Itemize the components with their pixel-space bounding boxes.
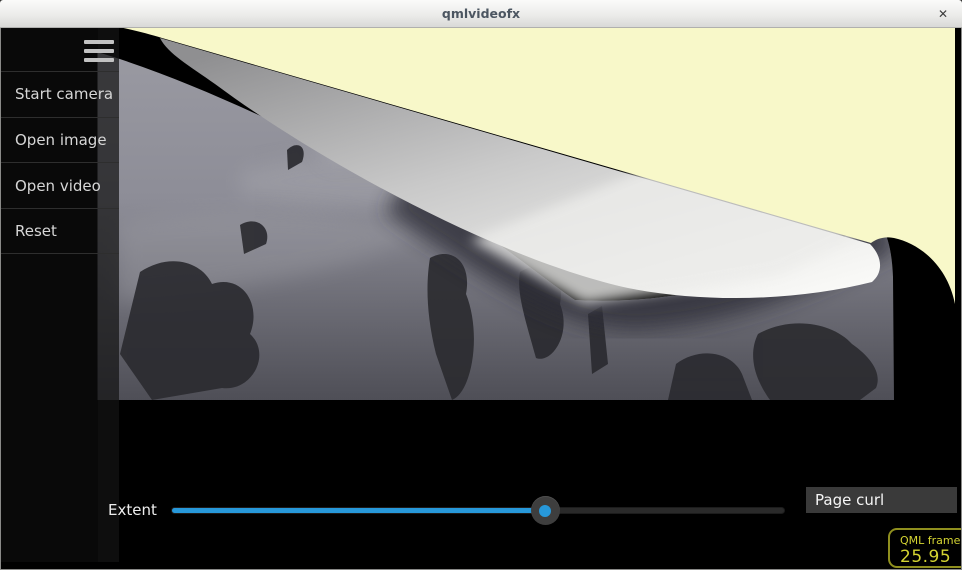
sidebar-item-open-video[interactable]: Open video: [1, 162, 119, 208]
title-bar: qmlvideofx ✕: [0, 0, 962, 28]
fps-value: 25.95: [900, 547, 961, 567]
window-title: qmlvideofx: [442, 6, 520, 21]
sidebar-item-label: Open video: [15, 177, 101, 195]
slider-handle-dot: [539, 505, 551, 517]
effect-selector-button[interactable]: Page curl: [806, 487, 957, 513]
extent-slider[interactable]: [172, 508, 784, 513]
sidebar-item-label: Open image: [15, 131, 107, 149]
fps-label: QML frame r...: [900, 534, 961, 547]
sidebar-item-start-camera[interactable]: Start camera: [1, 71, 119, 117]
slider-fill: [172, 508, 545, 513]
sidebar-menu: Start camera Open image Open video Reset: [1, 71, 119, 254]
sidebar-item-label: Start camera: [15, 85, 113, 103]
content-area: Start camera Open image Open video Reset…: [1, 28, 961, 568]
video-surface: [1, 28, 961, 542]
sidebar-item-open-image[interactable]: Open image: [1, 117, 119, 163]
close-icon[interactable]: ✕: [932, 0, 954, 28]
sidebar-item-label: Reset: [15, 222, 57, 240]
sidebar: Start camera Open image Open video Reset: [1, 28, 119, 562]
hamburger-menu-icon[interactable]: [84, 40, 114, 63]
slider-handle[interactable]: [531, 496, 560, 525]
extent-label: Extent: [108, 501, 157, 519]
sidebar-item-reset[interactable]: Reset: [1, 208, 119, 254]
app-window: qmlvideofx ✕: [0, 0, 962, 570]
fps-badge: QML frame r... 25.95: [888, 528, 961, 568]
